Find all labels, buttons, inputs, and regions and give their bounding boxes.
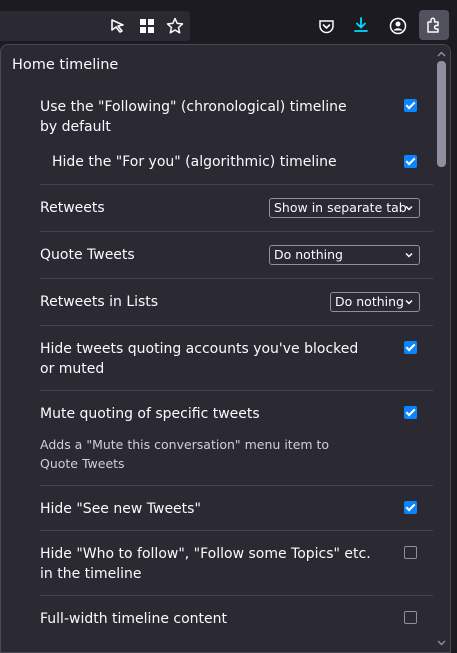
pocket-icon[interactable]	[313, 13, 339, 39]
select-value: Show in separate tab	[274, 200, 407, 215]
select-value: Do nothing	[274, 247, 343, 262]
following-default-checkbox[interactable]	[404, 99, 417, 112]
divider	[40, 184, 433, 185]
setting-label: Full-width timeline content	[40, 611, 227, 627]
setting-label: Hide the "For you" (algorithmic) timelin…	[52, 154, 337, 170]
setting-label: Retweets	[40, 200, 105, 216]
setting-hide-blocked-quotes: Hide tweets quoting accounts you've bloc…	[40, 339, 420, 381]
extension-options-panel: Home timeline Use the "Following" (chron…	[0, 44, 451, 653]
retweets-lists-select[interactable]: Do nothing	[330, 292, 420, 312]
setting-following-default: Use the "Following" (chronological) time…	[40, 97, 420, 139]
divider	[40, 325, 433, 326]
hide-for-you-checkbox[interactable]	[404, 155, 417, 168]
divider	[40, 231, 433, 232]
star-icon[interactable]	[162, 13, 188, 39]
retweets-select[interactable]: Show in separate tab	[269, 198, 420, 218]
chevron-down-icon	[405, 252, 413, 258]
scrollbar[interactable]	[433, 45, 450, 652]
quote-tweets-select[interactable]: Do nothing	[269, 245, 420, 265]
setting-label: Retweets in Lists	[40, 294, 159, 310]
setting-label: Hide "See new Tweets"	[40, 501, 201, 517]
scroll-down-icon[interactable]	[437, 638, 446, 647]
divider	[40, 390, 433, 391]
setting-label: Mute quoting of specific tweets	[40, 406, 260, 422]
setting-label: Use the "Following" (chronological) time…	[40, 99, 347, 135]
hide-blocked-quotes-checkbox[interactable]	[404, 341, 417, 354]
setting-label: Hide "Who to follow", "Follow some Topic…	[40, 546, 371, 582]
scrollbar-thumb[interactable]	[437, 61, 446, 167]
setting-description: Adds a "Mute this conversation" menu ite…	[40, 437, 330, 471]
chevron-down-icon	[405, 299, 413, 305]
tracking-protection-icon[interactable]	[105, 13, 131, 39]
select-value: Do nothing	[335, 294, 404, 309]
scroll-up-icon[interactable]	[437, 50, 446, 59]
download-icon[interactable]	[348, 12, 374, 38]
browser-toolbar	[0, 0, 457, 44]
divider	[40, 595, 433, 596]
setting-label: Quote Tweets	[40, 247, 135, 263]
divider	[40, 485, 433, 486]
hide-who-to-follow-checkbox[interactable]	[404, 546, 417, 559]
divider	[40, 278, 433, 279]
account-icon[interactable]	[385, 13, 411, 39]
section-title: Home timeline	[12, 57, 119, 73]
hide-see-new-checkbox[interactable]	[404, 501, 417, 514]
divider	[40, 530, 433, 531]
extensions-icon[interactable]	[419, 10, 449, 40]
setting-hide-who-to-follow: Hide "Who to follow", "Follow some Topic…	[40, 544, 420, 586]
grid-icon[interactable]	[134, 13, 160, 39]
chevron-down-icon	[405, 205, 413, 211]
mute-quoting-checkbox[interactable]	[404, 406, 417, 419]
setting-label: Hide tweets quoting accounts you've bloc…	[40, 341, 359, 377]
full-width-checkbox[interactable]	[404, 611, 417, 624]
